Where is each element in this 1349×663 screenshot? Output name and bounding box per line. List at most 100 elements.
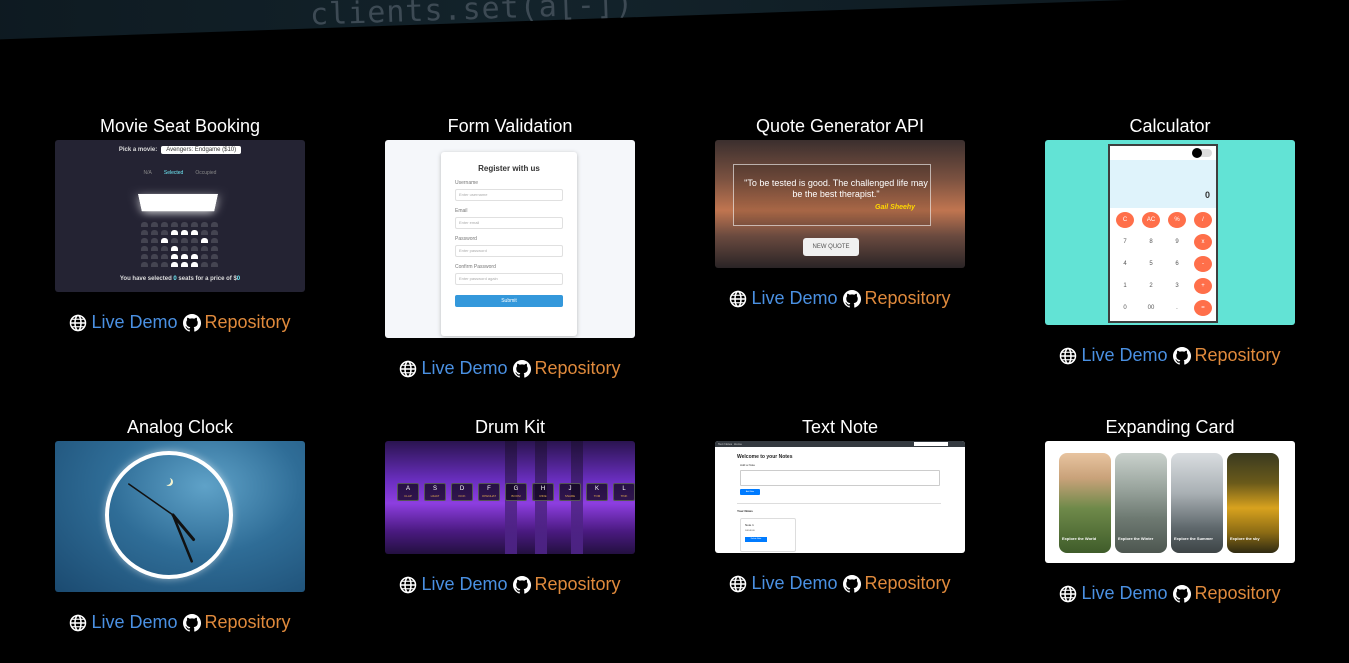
seat <box>201 230 208 235</box>
github-icon <box>1172 584 1191 603</box>
seat <box>171 262 178 267</box>
seat <box>151 238 158 243</box>
preview-note-card: Note 1 sasasa Delete Note <box>740 518 796 552</box>
calc-key: . <box>1176 305 1178 311</box>
repository-link[interactable]: Repository <box>865 288 951 309</box>
live-demo-link[interactable]: Live Demo <box>91 612 177 633</box>
seat <box>211 246 218 251</box>
seat <box>141 238 148 243</box>
calc-key: 5 <box>1149 261 1153 267</box>
live-demo-link[interactable]: Live Demo <box>91 312 177 333</box>
drum-key: H RIDE <box>532 483 554 501</box>
globe-icon <box>69 314 87 332</box>
seat <box>151 222 158 227</box>
live-demo-link[interactable]: Live Demo <box>421 574 507 595</box>
preview-panel: Explore the Winter <box>1115 453 1167 553</box>
calc-key: 9 <box>1175 239 1179 245</box>
seat <box>181 262 188 267</box>
preview-pick-label: Pick a movie: <box>118 147 158 153</box>
project-title: Analog Clock <box>126 417 234 437</box>
project-card: Calculator 0 C AC%/7 8 9 x 4 5 6-1 2 3 +0 00. = Live… <box>1045 115 1295 366</box>
clock-minute-hand <box>171 513 193 563</box>
seat <box>161 262 168 267</box>
preview-panel: Explore the World <box>1059 453 1111 553</box>
github-icon <box>1172 346 1191 365</box>
project-title: Form Validation <box>447 116 573 136</box>
project-preview-image[interactable]: A CLAP S HIHAT D KICK F OPENHAT G BOOM H RIDE J SNARE… <box>385 441 635 554</box>
globe-icon <box>729 575 747 593</box>
live-demo-link[interactable]: Live Demo <box>751 573 837 594</box>
repository-link[interactable]: Repository <box>205 612 291 633</box>
calc-key: 1 <box>1123 283 1127 289</box>
preview-textarea <box>740 470 940 486</box>
seat <box>191 246 198 251</box>
project-preview-image[interactable] <box>55 441 305 592</box>
calc-key: / <box>1194 212 1212 228</box>
live-demo-link[interactable]: Live Demo <box>1081 583 1167 604</box>
project-title: Calculator <box>1129 116 1211 136</box>
preview-keypad: C AC%/7 8 9 x 4 5 6-1 2 3 +0 00. = <box>1116 212 1212 316</box>
seat <box>201 254 208 259</box>
project-links: Live Demo Repository <box>55 312 305 333</box>
repository-link[interactable]: Repository <box>865 573 951 594</box>
project-preview-image[interactable]: Text Notes Home Welcome to your Notes Ad… <box>715 441 965 553</box>
preview-movie-select: Avengers: Endgame ($10) <box>161 146 242 154</box>
seat <box>211 262 218 267</box>
seat <box>161 238 168 243</box>
seat <box>181 222 188 227</box>
project-preview-image[interactable]: Register with us Username Enter username… <box>385 140 635 338</box>
github-icon <box>512 575 531 594</box>
repository-link[interactable]: Repository <box>1195 345 1281 366</box>
preview-form: Register with us Username Enter username… <box>441 152 577 336</box>
calc-key: 0 <box>1123 305 1127 311</box>
seat <box>151 230 158 235</box>
seat <box>171 230 178 235</box>
drum-key: G BOOM <box>505 483 527 501</box>
preview-search <box>914 442 948 446</box>
seat <box>211 230 218 235</box>
calc-key: - <box>1194 256 1212 272</box>
live-demo-link[interactable]: Live Demo <box>421 358 507 379</box>
project-preview-image[interactable]: Explore the World Explore the Winter Exp… <box>1045 441 1295 563</box>
seat <box>181 230 188 235</box>
drum-key: K TOM <box>586 483 608 501</box>
seat <box>171 222 178 227</box>
repository-link[interactable]: Repository <box>205 312 291 333</box>
repository-link[interactable]: Repository <box>535 358 621 379</box>
project-preview-image[interactable]: 0 C AC%/7 8 9 x 4 5 6-1 2 3 +0 00. = <box>1045 140 1295 325</box>
project-title: Text Note <box>801 417 879 437</box>
project-title: Expanding Card <box>1105 417 1235 437</box>
github-icon <box>512 359 531 378</box>
project-links: Live Demo Repository <box>715 573 965 594</box>
github-icon <box>842 574 861 593</box>
project-links: Live Demo Repository <box>385 574 635 595</box>
project-card: Form Validation Register with us Usernam… <box>385 115 635 379</box>
globe-icon <box>69 614 87 632</box>
repository-link[interactable]: Repository <box>1195 583 1281 604</box>
project-card: Movie Seat Booking Pick a movie: Avenger… <box>55 115 305 333</box>
calc-key: 3 <box>1175 283 1179 289</box>
preview-clock-hands <box>128 483 196 563</box>
seat <box>191 238 198 243</box>
live-demo-link[interactable]: Live Demo <box>751 288 837 309</box>
preview-screen <box>138 193 218 212</box>
project-links: Live Demo Repository <box>55 612 305 633</box>
project-preview-image[interactable]: "To be tested is good. The challenged li… <box>715 140 965 268</box>
clock-second-hand <box>128 483 174 516</box>
seat <box>171 238 178 243</box>
preview-new-quote-button: NEW QUOTE <box>803 238 859 256</box>
project-preview-image[interactable]: Pick a movie: Avengers: Endgame ($10) N/… <box>55 140 305 292</box>
live-demo-link[interactable]: Live Demo <box>1081 345 1167 366</box>
seat <box>151 262 158 267</box>
project-card: Analog Clock Live Demo Repository <box>55 416 305 633</box>
drum-key: F OPENHAT <box>478 483 500 501</box>
preview-drum-keys: A CLAP S HIHAT D KICK F OPENHAT G BOOM H RIDE J SNARE… <box>397 483 635 501</box>
seat <box>151 254 158 259</box>
project-links: Live Demo Repository <box>715 288 965 309</box>
preview-footer: You have selected 0 seats for a price of… <box>119 276 241 282</box>
preview-theme-toggle <box>1192 148 1212 158</box>
project-links: Live Demo Repository <box>385 358 635 379</box>
seat <box>191 262 198 267</box>
drum-key: J SNARE <box>559 483 581 501</box>
repository-link[interactable]: Repository <box>535 574 621 595</box>
